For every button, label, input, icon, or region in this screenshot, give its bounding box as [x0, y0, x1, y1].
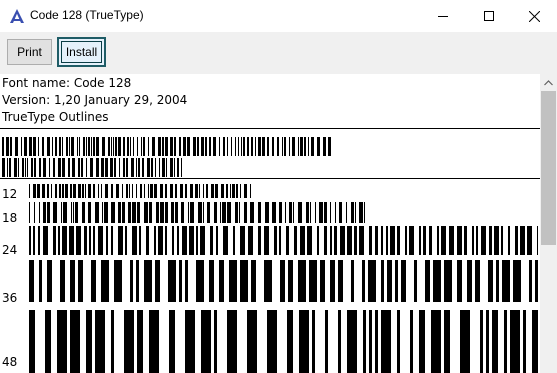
charset-sample-lower — [2, 158, 182, 177]
close-icon — [528, 10, 540, 22]
install-button-label: Install — [61, 41, 102, 63]
font-viewer-icon — [10, 9, 24, 23]
sample-barcode-36 — [29, 260, 538, 302]
size-label-18: 18 — [2, 211, 18, 225]
size-label-12: 12 — [2, 187, 18, 201]
maximize-button[interactable] — [466, 0, 512, 32]
font-preview-area: Font name: Code 128 Version: 1,20 Januar… — [0, 74, 540, 373]
divider — [0, 128, 540, 129]
vertical-scrollbar[interactable] — [540, 74, 557, 373]
font-outline-line: TrueType Outlines — [2, 110, 109, 124]
scrollbar-thumb[interactable] — [541, 91, 556, 245]
size-label-24: 24 — [2, 243, 18, 257]
maximize-icon — [484, 11, 494, 21]
sample-barcode-48 — [29, 310, 538, 373]
window-title: Code 128 (TrueType) — [30, 8, 144, 22]
sample-barcode-18 — [29, 202, 365, 223]
print-button[interactable]: Print — [7, 39, 52, 65]
minimize-icon — [438, 16, 448, 17]
divider — [0, 178, 540, 179]
charset-sample-upper — [2, 137, 331, 156]
font-version-line: Version: 1,20 January 29, 2004 — [2, 93, 188, 107]
install-button[interactable]: Install — [57, 37, 106, 67]
sample-barcode-24 — [29, 226, 538, 255]
title-bar: Code 128 (TrueType) — [0, 0, 557, 32]
sample-barcode-12 — [29, 184, 251, 198]
scroll-up-arrow-icon — [544, 79, 553, 85]
close-button[interactable] — [511, 0, 557, 32]
size-label-48: 48 — [2, 355, 18, 369]
minimize-button[interactable] — [420, 0, 466, 32]
size-label-36: 36 — [2, 291, 18, 305]
scroll-up-button[interactable] — [540, 74, 557, 91]
font-name-line: Font name: Code 128 — [2, 76, 132, 90]
